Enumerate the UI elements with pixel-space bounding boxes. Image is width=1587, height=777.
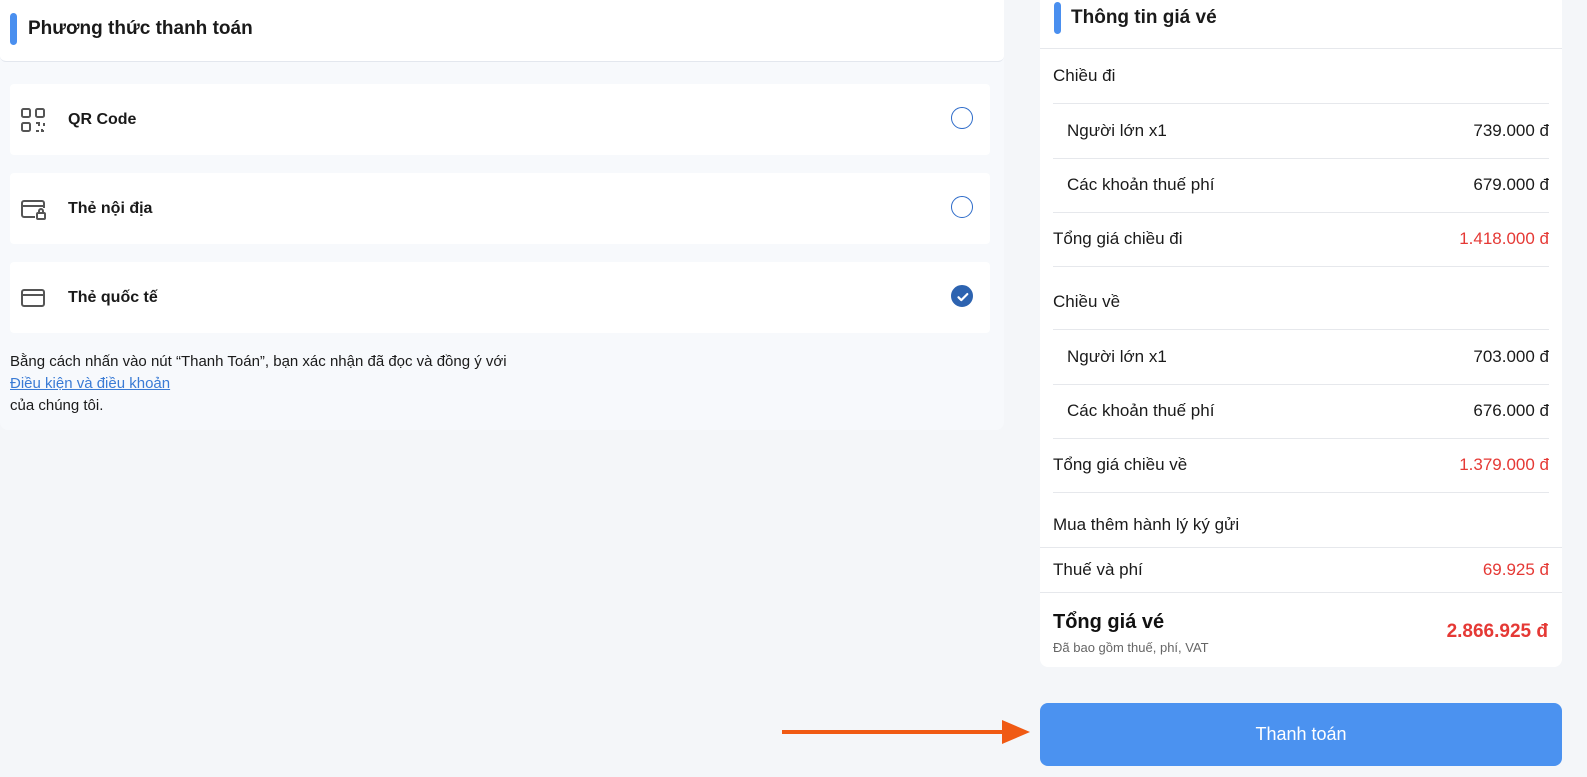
radio-qr-code[interactable] <box>951 107 973 129</box>
terms-prefix: Bằng cách nhấn vào nút “Thanh Toán”, bạn… <box>10 353 507 370</box>
grand-total-label: Tổng giá vé <box>1053 611 1165 633</box>
accent-bar <box>1054 2 1061 34</box>
fees-label: Thuế và phí <box>1053 560 1143 579</box>
radio-international-card-checked[interactable] <box>951 285 973 307</box>
baggage-label: Mua thêm hành lý ký gửi <box>1053 515 1240 534</box>
return-tax-value: 676.000 đ <box>1473 401 1549 420</box>
credit-card-icon <box>20 285 46 311</box>
fees-value: 69.925 đ <box>1482 560 1549 579</box>
domestic-card-icon <box>20 196 46 222</box>
arrow-right-icon <box>782 720 1030 744</box>
payment-method-card: Phương thức thanh toán QR Code Thẻ nội đ… <box>0 0 1004 430</box>
outbound-tax-label: Các khoản thuế phí <box>1067 175 1215 194</box>
payment-option-domestic-card[interactable]: Thẻ nội địa <box>10 173 990 244</box>
outbound-total-value: 1.418.000 đ <box>1459 229 1549 248</box>
return-total-row: Tổng giá chiều về 1.379.000 đ <box>1053 438 1549 493</box>
return-tax-row: Các khoản thuế phí 676.000 đ <box>1053 384 1549 439</box>
return-adult-row: Người lớn x1 703.000 đ <box>1053 330 1549 385</box>
fare-info-card: Thông tin giá vé Chiều đi Người lớn x1 7… <box>1040 0 1562 667</box>
checkmark-icon <box>957 293 969 302</box>
terms-suffix: của chúng tôi. <box>10 397 104 414</box>
return-heading-row: Chiều về <box>1053 275 1549 330</box>
outbound-adult-row: Người lớn x1 739.000 đ <box>1053 104 1549 159</box>
radio-domestic-card[interactable] <box>951 196 973 218</box>
payment-option-label: QR Code <box>68 111 137 128</box>
fare-info-title: Thông tin giá vé <box>1071 7 1217 28</box>
payment-method-title: Phương thức thanh toán <box>28 18 253 39</box>
outbound-total-row: Tổng giá chiều đi 1.418.000 đ <box>1053 212 1549 267</box>
return-total-label: Tổng giá chiều về <box>1053 455 1188 474</box>
payment-option-qr[interactable]: QR Code <box>10 84 990 155</box>
payment-option-international-card[interactable]: Thẻ quốc tế <box>10 262 990 333</box>
accent-bar <box>10 13 17 45</box>
outbound-heading-row: Chiều đi <box>1053 49 1549 104</box>
divider <box>1040 592 1562 593</box>
outbound-heading: Chiều đi <box>1053 66 1116 85</box>
terms-link[interactable]: Điều kiện và điều khoản <box>10 375 170 392</box>
outbound-tax-value: 679.000 đ <box>1473 175 1549 194</box>
grand-total-note: Đã bao gồm thuế, phí, VAT <box>1053 640 1209 655</box>
payment-option-label: Thẻ quốc tế <box>68 289 158 306</box>
fare-info-header: Thông tin giá vé <box>1040 0 1562 49</box>
outbound-total-label: Tổng giá chiều đi <box>1053 229 1183 248</box>
return-heading: Chiều về <box>1053 292 1121 311</box>
return-adult-value: 703.000 đ <box>1473 347 1549 366</box>
return-tax-label: Các khoản thuế phí <box>1067 401 1215 420</box>
payment-method-header: Phương thức thanh toán <box>0 0 1004 62</box>
return-total-value: 1.379.000 đ <box>1459 455 1549 474</box>
return-adult-label: Người lớn x1 <box>1067 347 1167 366</box>
outbound-adult-label: Người lớn x1 <box>1067 121 1167 140</box>
payment-option-label: Thẻ nội địa <box>68 200 153 217</box>
fees-row: Thuế và phí 69.925 đ <box>1053 543 1549 597</box>
qr-code-icon <box>20 107 46 133</box>
grand-total-value: 2.866.925 đ <box>1446 621 1548 642</box>
terms-notice: Bằng cách nhấn vào nút “Thanh Toán”, bạn… <box>10 351 507 417</box>
outbound-adult-value: 739.000 đ <box>1473 121 1549 140</box>
pay-button[interactable]: Thanh toán <box>1040 703 1562 766</box>
outbound-tax-row: Các khoản thuế phí 679.000 đ <box>1053 158 1549 213</box>
